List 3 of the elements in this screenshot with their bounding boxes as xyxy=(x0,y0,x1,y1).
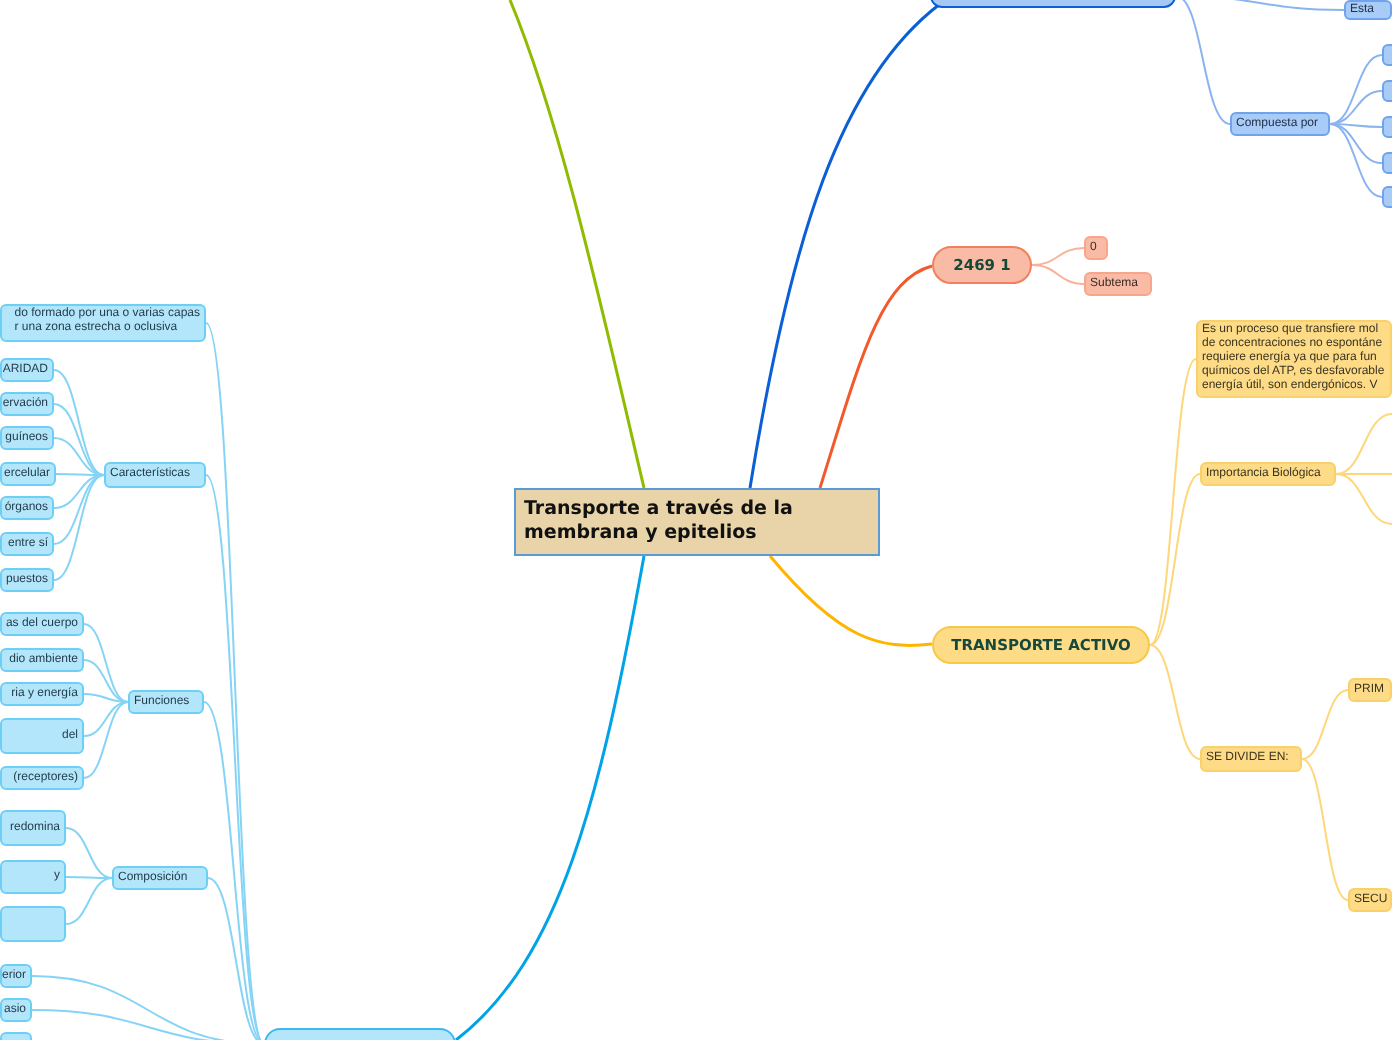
subtopic-node[interactable] xyxy=(0,906,66,942)
central-topic[interactable]: Transporte a través de la membrana y epitelios xyxy=(514,488,880,556)
connector-line xyxy=(1031,264,1085,285)
